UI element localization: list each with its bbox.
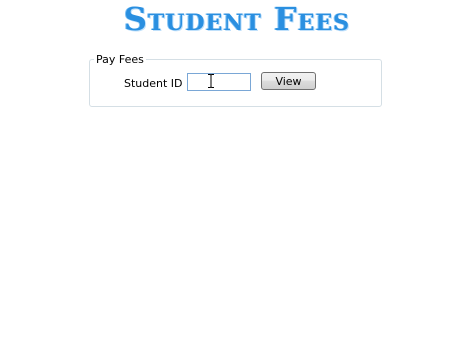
student-id-label: Student ID : <box>124 77 190 90</box>
student-fees-page: Student Fees Pay Fees Student ID : View <box>0 0 474 350</box>
student-id-input[interactable] <box>187 73 251 91</box>
pay-fees-group-label: Pay Fees <box>94 53 146 66</box>
page-title: Student Fees <box>123 0 351 38</box>
pay-fees-groupbox: Pay Fees Student ID : View <box>89 53 382 107</box>
view-button[interactable]: View <box>261 72 316 90</box>
